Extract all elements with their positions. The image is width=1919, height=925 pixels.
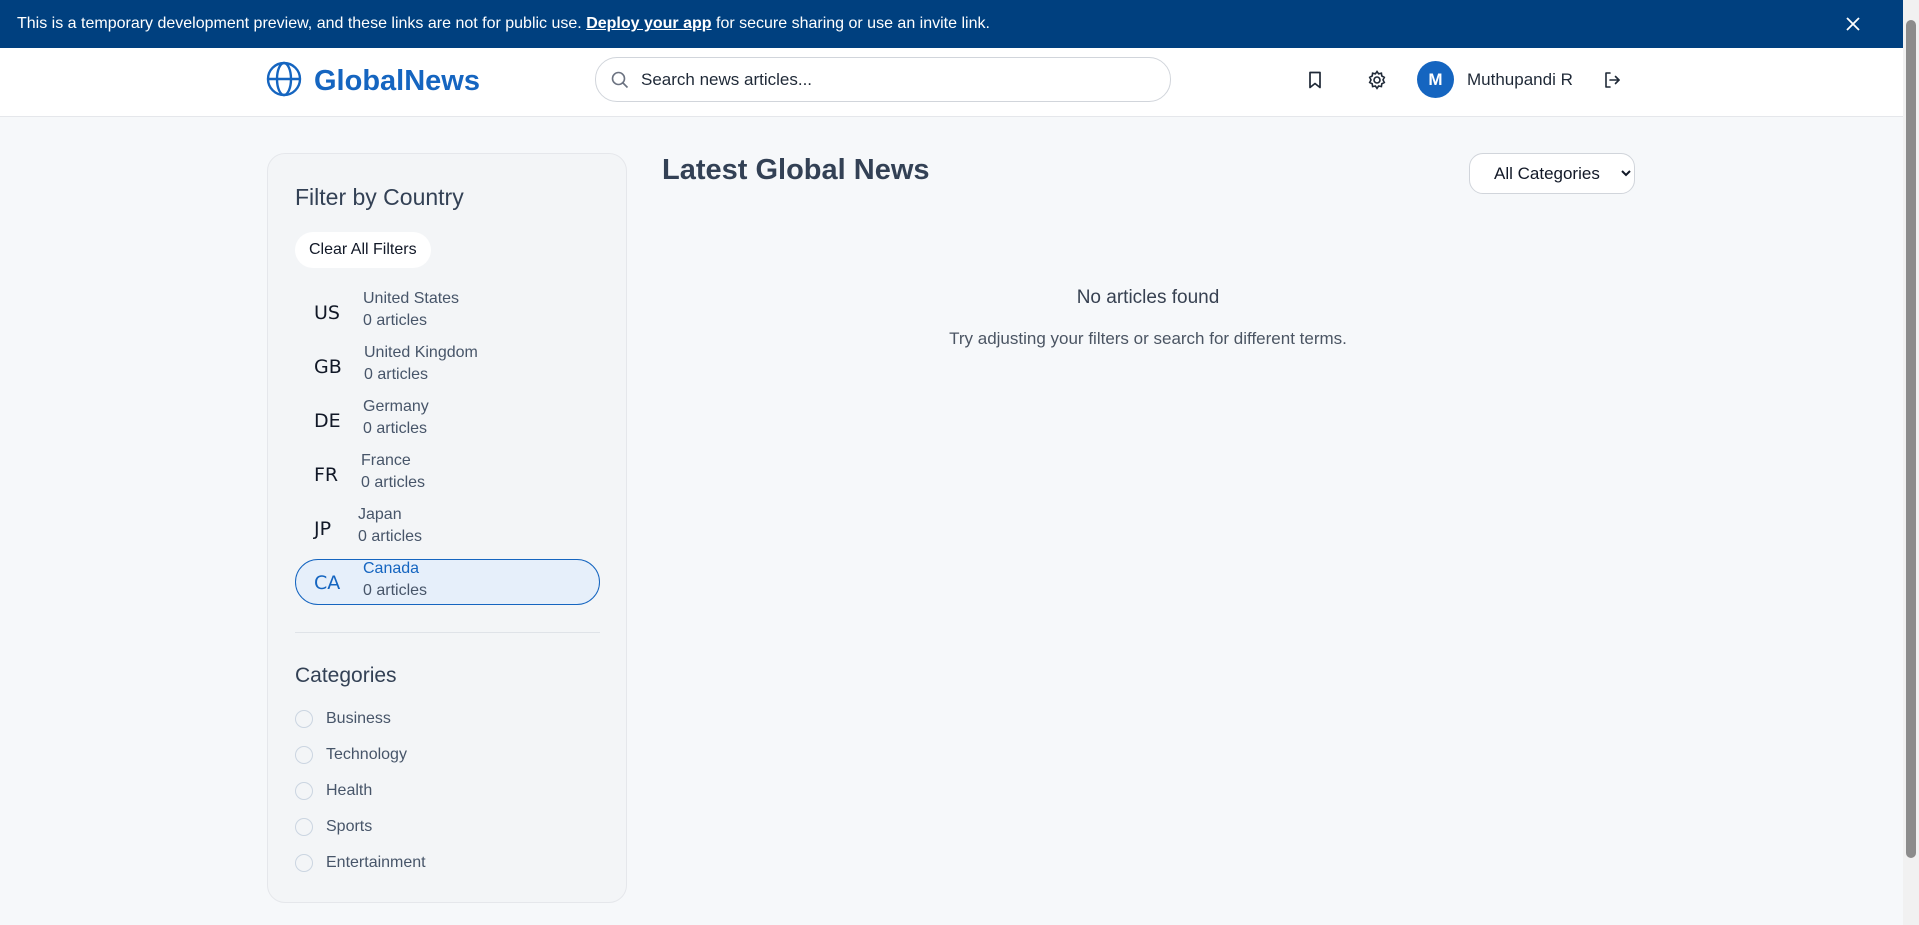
country-item-ca[interactable]: CA Canada 0 articles [295,559,600,605]
category-technology[interactable]: Technology [295,746,407,764]
category-entertainment[interactable]: Entertainment [295,854,426,872]
category-radio[interactable] [295,782,313,800]
country-name: United States [363,290,460,307]
country-name: France [361,452,411,469]
country-item-jp[interactable]: JP Japan 0 articles [295,505,600,551]
category-health[interactable]: Health [295,782,372,800]
country-name: Canada [363,560,420,577]
empty-state: No articles found Try adjusting your fil… [662,0,1634,925]
country-name: Germany [363,398,429,415]
country-code: US [314,302,340,324]
country-name: United Kingdom [364,344,478,361]
category-radio[interactable] [295,818,313,836]
country-code: GB [314,356,342,378]
country-item-gb[interactable]: GB United Kingdom 0 articles [295,343,600,389]
country-code: DE [314,410,341,432]
sidebar-title: Filter by Country [295,184,464,210]
empty-title: No articles found [1076,287,1220,308]
category-radio[interactable] [295,854,313,872]
page-scrollbar[interactable] [1903,0,1919,925]
country-count: 0 articles [358,528,423,545]
category-sports[interactable]: Sports [295,818,372,836]
country-code: JP [314,518,332,540]
country-count: 0 articles [363,582,428,599]
logo[interactable]: GlobalNews [266,61,480,102]
country-name: Japan [358,506,402,523]
country-count: 0 articles [364,366,429,383]
country-item-us[interactable]: US United States 0 articles [295,289,600,335]
country-code: FR [314,464,339,486]
country-code: CA [314,572,341,594]
category-radio[interactable] [295,710,313,728]
country-count: 0 articles [363,312,428,329]
globe-icon [266,61,302,102]
category-label: Health [326,782,373,799]
country-count: 0 articles [363,420,428,437]
country-item-fr[interactable]: FR France 0 articles [295,451,600,497]
categories-title: Categories [295,664,397,687]
category-label: Sports [326,818,373,835]
banner-text: This is a temporary development preview,… [17,15,582,32]
divider [295,632,600,633]
country-item-de[interactable]: DE Germany 0 articles [295,397,600,443]
country-filter-sidebar: Filter by Country Clear All Filters US U… [267,153,627,903]
category-radio[interactable] [295,746,313,764]
category-label: Business [326,710,391,727]
category-business[interactable]: Business [295,710,391,728]
brand-name: GlobalNews [314,65,480,97]
search-icon [611,70,631,90]
category-label: Technology [326,746,407,763]
scrollbar-thumb[interactable] [1906,20,1916,858]
clear-filters-button[interactable]: Clear All Filters [295,232,431,268]
empty-subtitle: Try adjusting your filters or search for… [949,329,1347,348]
category-label: Entertainment [326,854,426,871]
close-icon[interactable] [1841,12,1865,36]
country-count: 0 articles [361,474,426,491]
